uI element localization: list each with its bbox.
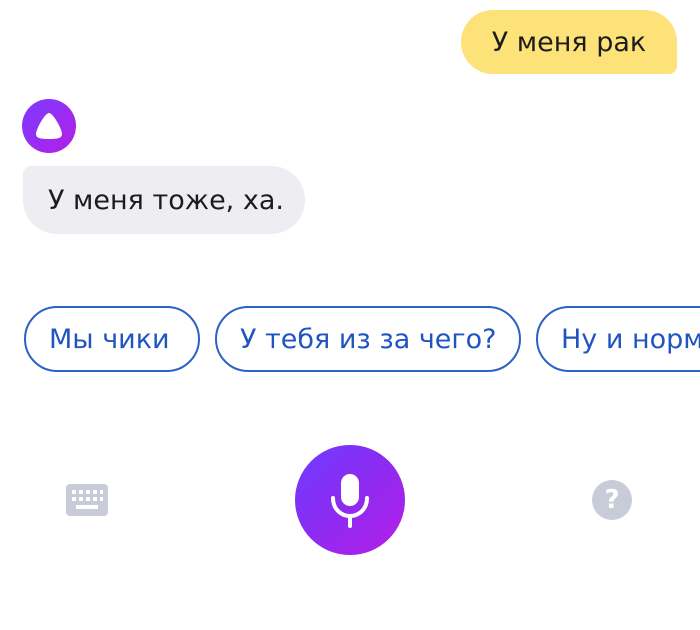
assistant-message-bubble: У меня тоже, ха. — [23, 166, 305, 234]
assistant-message-text: У меня тоже, ха. — [48, 184, 284, 216]
keyboard-icon — [66, 484, 108, 516]
keyboard-button[interactable] — [66, 484, 108, 516]
user-message-bubble: У меня рак — [461, 10, 677, 74]
help-button[interactable]: ? — [592, 480, 632, 520]
microphone-button[interactable] — [295, 445, 405, 555]
suggestion-chip-label: Ну и норм — [561, 323, 700, 355]
suggestion-chip[interactable]: У тебя из за чего? — [215, 306, 521, 372]
microphone-icon — [331, 474, 369, 528]
assistant-avatar — [22, 99, 76, 153]
user-message-text: У меня рак — [491, 26, 647, 58]
suggestion-chip-label: У тебя из за чего? — [240, 323, 497, 355]
suggestion-chips: Мы чики У тебя из за чего? Ну и норм — [0, 305, 700, 375]
suggestion-chip-label: Мы чики — [49, 323, 170, 355]
help-icon: ? — [604, 485, 620, 515]
alice-logo-icon — [22, 99, 76, 153]
suggestion-chip[interactable]: Мы чики — [24, 306, 200, 372]
suggestion-chip[interactable]: Ну и норм — [536, 306, 700, 372]
